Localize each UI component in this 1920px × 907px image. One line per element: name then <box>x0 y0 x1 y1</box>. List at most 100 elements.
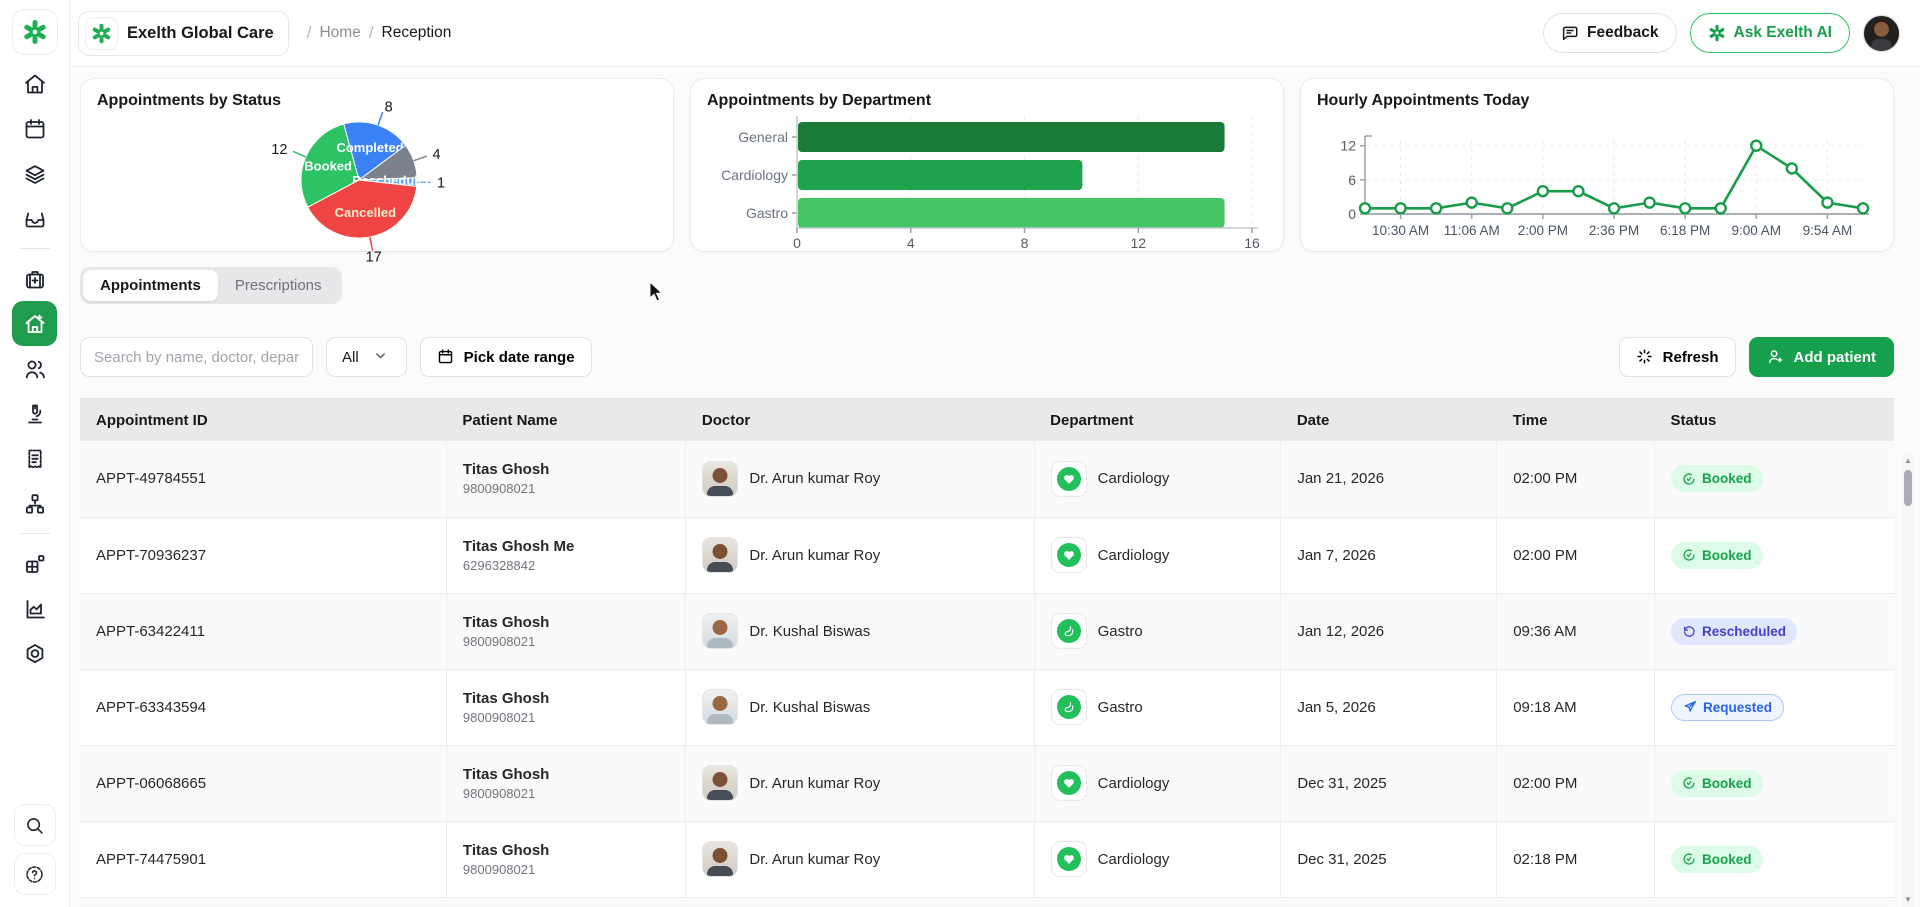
status-filter-dropdown[interactable]: All <box>326 337 407 377</box>
breadcrumb: / Home / Reception <box>307 23 452 43</box>
svg-text:2:36 PM: 2:36 PM <box>1589 223 1639 238</box>
calendar-icon <box>23 117 47 141</box>
status-badge: Booked <box>1671 770 1763 797</box>
breadcrumb-current: Reception <box>382 24 452 42</box>
svg-text:17: 17 <box>366 250 382 266</box>
sidebar-divider <box>20 533 50 534</box>
table-header: Appointment ID Patient Name Doctor Depar… <box>80 399 1894 441</box>
table-row[interactable]: APPT-63422411Titas Ghosh9800908021Dr. Ku… <box>80 593 1894 669</box>
reception-icon <box>23 312 47 336</box>
table-row[interactable]: APPT-49784551Titas Ghosh9800908021Dr. Ar… <box>80 441 1894 517</box>
refresh-label: Refresh <box>1663 349 1719 366</box>
brand-name: Exelth Global Care <box>127 24 274 43</box>
table-row[interactable]: APPT-74475901Titas Ghosh9800908021Dr. Ar… <box>80 821 1894 897</box>
breadcrumb-home[interactable]: Home <box>319 24 360 42</box>
add-patient-label: Add patient <box>1794 349 1877 366</box>
appointment-time: 09:18 AM <box>1497 669 1655 745</box>
col-status: Status <box>1655 399 1894 441</box>
tab-prescriptions[interactable]: Prescriptions <box>218 270 339 301</box>
sidebar-item-billing[interactable] <box>12 436 57 481</box>
search-input[interactable] <box>80 337 313 377</box>
sidebar-item-departments[interactable] <box>12 481 57 526</box>
status-badge: Booked <box>1671 542 1763 569</box>
appointment-date: Jan 21, 2026 <box>1281 441 1497 517</box>
department-name: Cardiology <box>1098 775 1170 792</box>
department-name: Gastro <box>1098 699 1143 716</box>
app-logo[interactable] <box>12 9 58 55</box>
sidebar-item-lab[interactable] <box>12 391 57 436</box>
svg-text:4: 4 <box>433 147 441 163</box>
refresh-button[interactable]: Refresh <box>1619 337 1736 377</box>
appointments-by-status-pie-chart: 12Booked8Completed41Rescheduled17Cancell… <box>97 112 657 234</box>
appointment-id: APPT-63422411 <box>80 593 446 669</box>
appointment-time: 02:00 PM <box>1497 441 1655 517</box>
doctor-name: Dr. Kushal Biswas <box>749 623 870 640</box>
sidebar-divider <box>20 248 50 249</box>
feedback-button[interactable]: Feedback <box>1543 13 1677 53</box>
table-row[interactable]: APPT-70936237Titas Ghosh Me6296328842Dr.… <box>80 517 1894 593</box>
sidebar-item-reception[interactable] <box>12 301 57 346</box>
patient-phone: 9800908021 <box>463 481 669 496</box>
sidebar-item-inbox[interactable] <box>12 196 57 241</box>
page-content: Appointments by Status 12Booked8Complete… <box>70 67 1920 907</box>
doctor-avatar <box>702 613 738 649</box>
user-avatar[interactable] <box>1863 15 1900 52</box>
asterisk-logo-icon <box>22 19 48 45</box>
table-row[interactable]: APPT-06068665Titas Ghosh9800908021Dr. Ar… <box>80 745 1894 821</box>
booked-icon <box>1682 548 1696 562</box>
sidebar-item-pharmacy[interactable] <box>12 256 57 301</box>
department-name: Cardiology <box>1098 547 1170 564</box>
scrollbar-thumb[interactable] <box>1904 470 1912 506</box>
brand-asterisk-icon <box>85 17 118 50</box>
table-row[interactable]: APPT-63343594Titas Ghosh9800908021Dr. Ku… <box>80 669 1894 745</box>
top-header: Exelth Global Care / Home / Reception Fe… <box>70 0 1920 67</box>
settings-icon <box>23 642 47 666</box>
svg-text:General: General <box>738 129 788 145</box>
col-date: Date <box>1281 399 1497 441</box>
appointment-date: Dec 31, 2025 <box>1281 745 1497 821</box>
search-icon <box>24 815 45 836</box>
col-time: Time <box>1497 399 1655 441</box>
svg-text:1: 1 <box>437 176 445 192</box>
layers-icon <box>23 162 47 186</box>
status-badge: Requested <box>1671 694 1784 721</box>
sidebar-item-layers[interactable] <box>12 151 57 196</box>
sidebar-item-reports[interactable] <box>12 586 57 631</box>
asterisk-ai-icon <box>1708 24 1726 42</box>
booked-icon <box>1682 776 1696 790</box>
calendar-icon <box>437 348 455 366</box>
department-chart-card: Appointments by Department GeneralCardio… <box>690 78 1284 252</box>
sidebar-nav <box>12 61 57 676</box>
department-name: Cardiology <box>1098 470 1170 487</box>
sidebar-search-button[interactable] <box>14 804 56 846</box>
appointment-time: 09:36 AM <box>1497 593 1655 669</box>
date-range-button[interactable]: Pick date range <box>420 337 592 377</box>
table-scrollbar[interactable]: ▲ ▼ <box>1902 454 1914 907</box>
sidebar-item-home[interactable] <box>12 61 57 106</box>
appointment-date: Jan 12, 2026 <box>1281 593 1497 669</box>
svg-text:11:06 AM: 11:06 AM <box>1444 223 1500 238</box>
sidebar-item-calendar[interactable] <box>12 106 57 151</box>
add-patient-button[interactable]: Add patient <box>1749 337 1895 377</box>
ask-ai-button[interactable]: Ask Exelth AI <box>1690 13 1851 53</box>
sidebar-item-settings[interactable] <box>12 631 57 676</box>
svg-text:6: 6 <box>1348 172 1356 188</box>
scroll-up-arrow[interactable]: ▲ <box>1904 454 1912 468</box>
appointment-id: APPT-70936237 <box>80 517 446 593</box>
reports-icon <box>23 597 47 621</box>
doctor-avatar <box>702 765 738 801</box>
sidebar-help-button[interactable] <box>14 853 56 895</box>
patient-phone: 9800908021 <box>463 634 669 649</box>
scroll-down-arrow[interactable]: ▼ <box>1904 893 1912 907</box>
tab-appointments[interactable]: Appointments <box>83 270 218 301</box>
svg-text:Gastro: Gastro <box>746 205 788 221</box>
doctor-avatar <box>702 841 738 877</box>
sidebar-item-patients[interactable] <box>12 346 57 391</box>
sidebar-item-modules[interactable] <box>12 541 57 586</box>
message-square-icon <box>1561 24 1579 42</box>
org-selector[interactable]: Exelth Global Care <box>78 11 289 56</box>
svg-text:0: 0 <box>793 235 801 251</box>
appointment-id: APPT-49784551 <box>80 441 446 517</box>
svg-text:Cardiology: Cardiology <box>721 167 788 183</box>
department-name: Gastro <box>1098 623 1143 640</box>
